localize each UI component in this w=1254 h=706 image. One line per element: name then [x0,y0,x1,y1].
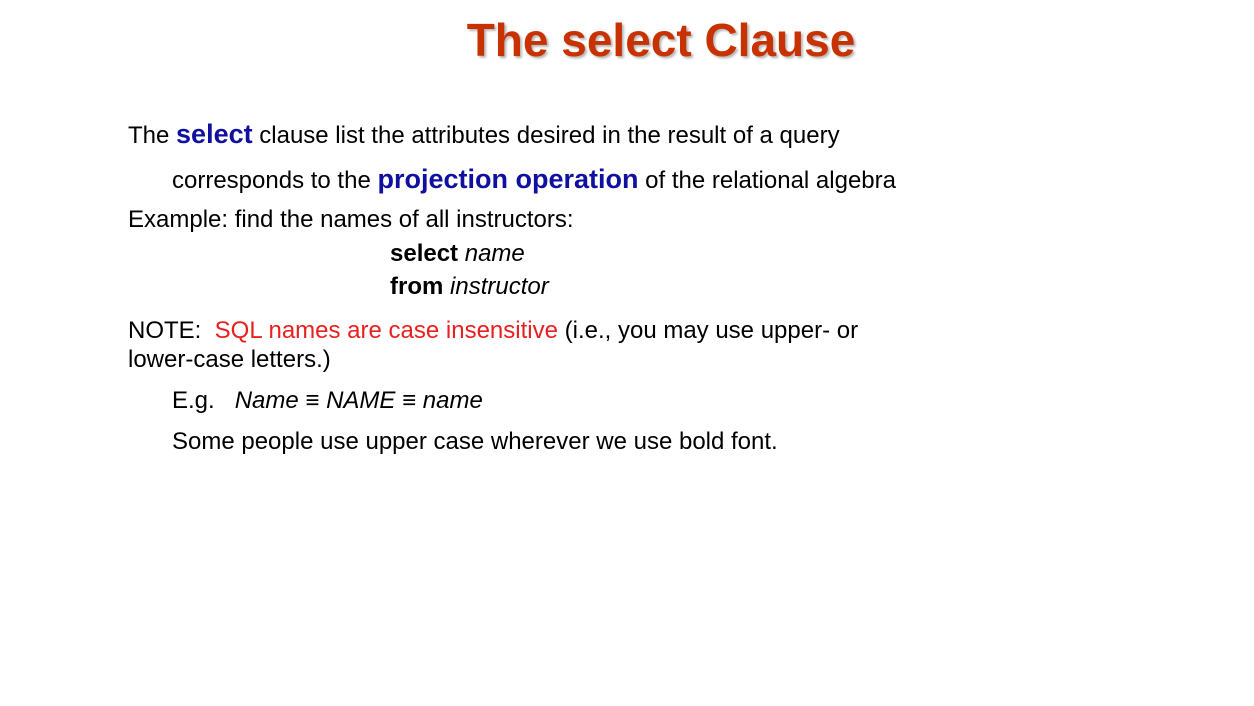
text: corresponds to the [172,167,378,194]
query-select-line: select name [390,240,525,268]
equiv-symbol: ≡ [298,387,327,414]
note-highlight: SQL names are case insensitive [214,317,558,344]
eg-variant-name-capitalized: Name [234,387,299,414]
note-prefix: NOTE: [128,317,215,344]
text: The [128,122,177,149]
sql-keyword-from: from [390,273,444,300]
sql-keyword-select: select [390,240,459,267]
bullet-select-description: The select clause list the attributes de… [128,120,840,150]
note-suffix: (i.e., you may use upper- or [557,317,859,344]
eg-line: E.g. Name ≡ NAME ≡ name [172,387,483,415]
note-continuation: lower-case letters.) [128,346,331,373]
slide-title: The select Clause [466,14,856,66]
example-intro: Example: find the names of all instructo… [128,206,574,233]
equiv-symbol: ≡ [395,387,423,414]
text: clause list the attributes desired in th… [252,122,840,149]
query-from-line: from instructor [390,273,549,301]
eg-label: E.g. [172,387,235,414]
text: of the relational algebra [638,167,896,194]
eg-variant-name-upper: NAME [326,387,396,414]
sub-bullet-projection: corresponds to the projection operation … [172,165,896,195]
note-line: NOTE: SQL names are case insensitive (i.… [128,317,858,345]
bold-font-note: Some people use upper case wherever we u… [172,428,778,455]
keyword-select: select [176,119,253,149]
eg-variant-name-lower: name [422,387,483,414]
sql-relation-instructor: instructor [450,273,549,300]
keyword-projection-operation: projection operation [377,164,639,194]
sql-attribute-name: name [464,240,525,267]
